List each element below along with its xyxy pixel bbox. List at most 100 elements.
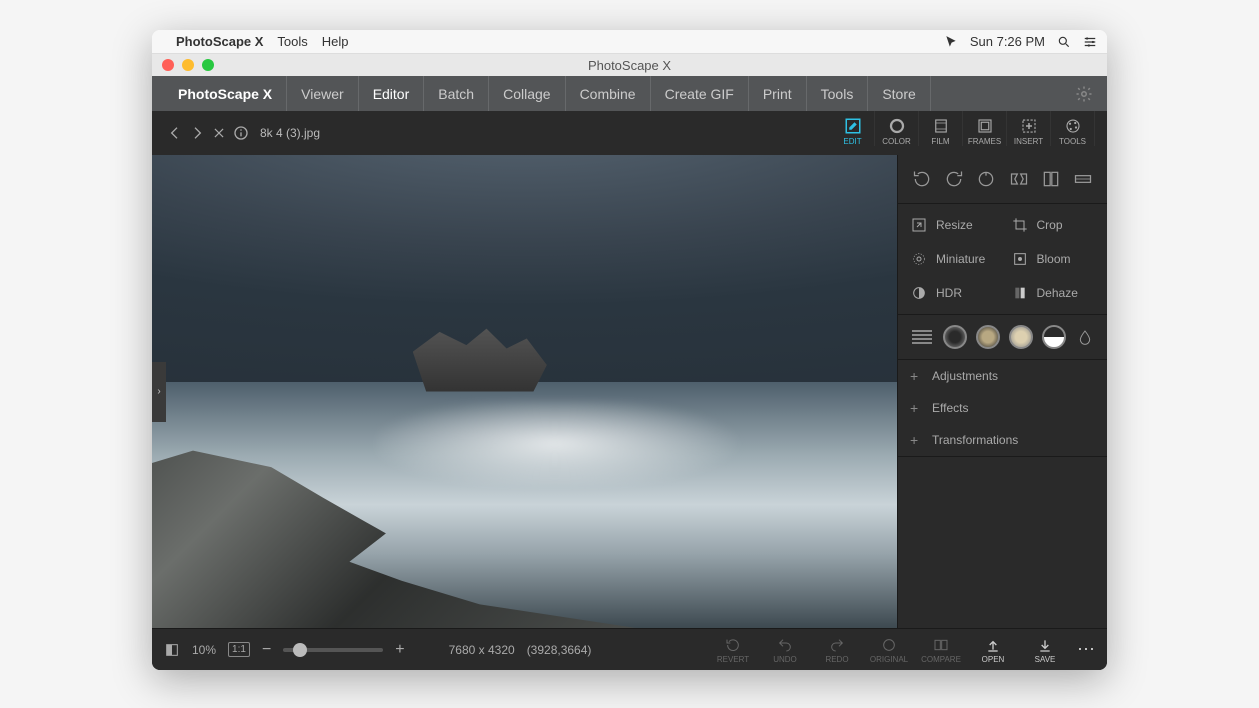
spotlight-icon[interactable] [1057, 35, 1071, 49]
zoom-slider-knob[interactable] [293, 643, 307, 657]
macos-menubar: PhotoScape X Tools Help Sun 7:26 PM [152, 30, 1107, 54]
brand-tab[interactable]: PhotoScape X [164, 76, 287, 111]
vignette-2[interactable] [976, 325, 1000, 349]
mode-insert-label: INSERT [1014, 137, 1043, 146]
redo-icon [829, 636, 845, 654]
close-button[interactable] [162, 59, 174, 71]
edit-icon [843, 117, 863, 135]
revert-button[interactable]: REVERT [713, 636, 753, 664]
zoom-button[interactable] [202, 59, 214, 71]
image-canvas[interactable]: › [152, 155, 897, 628]
miniature-label: Miniature [936, 252, 985, 266]
accordion-effects[interactable]: + Effects [898, 392, 1107, 424]
plus-icon: + [910, 432, 922, 448]
list-icon[interactable] [910, 325, 934, 349]
perspective-icon[interactable] [1069, 165, 1097, 193]
close-file-button[interactable] [208, 122, 230, 144]
accordion-transformations[interactable]: + Transformations [898, 424, 1107, 456]
control-center-icon[interactable] [1083, 35, 1097, 49]
tab-store[interactable]: Store [868, 76, 930, 111]
tab-create-gif[interactable]: Create GIF [651, 76, 749, 111]
zoom-in-button[interactable]: + [395, 641, 404, 659]
editor-sidebar: Resize Crop Miniature Bloom [897, 155, 1107, 628]
dehaze-tool[interactable]: Dehaze [1007, 278, 1100, 308]
settings-gear-icon[interactable] [1075, 85, 1093, 103]
mode-tools[interactable]: TOOLS [1051, 111, 1095, 146]
vignette-4[interactable] [1042, 325, 1066, 349]
zoom-out-button[interactable]: − [262, 641, 271, 659]
miniature-icon [910, 250, 928, 268]
redo-button[interactable]: REDO [817, 636, 857, 664]
tab-editor[interactable]: Editor [359, 76, 425, 111]
mode-color-label: COLOR [882, 137, 910, 146]
file-toolbar: 8k 4 (3).jpg EDIT COLOR FILM FRAMES [152, 111, 1107, 155]
compare-icon [933, 636, 949, 654]
undo-button[interactable]: UNDO [765, 636, 805, 664]
mode-frames[interactable]: FRAMES [963, 111, 1007, 146]
current-filename: 8k 4 (3).jpg [260, 126, 320, 140]
original-icon [881, 636, 897, 654]
menubar-clock[interactable]: Sun 7:26 PM [970, 34, 1045, 49]
bloom-tool[interactable]: Bloom [1007, 244, 1100, 274]
zoom-slider[interactable] [283, 648, 383, 652]
frames-icon [975, 117, 995, 135]
more-menu-icon[interactable]: ⋯ [1077, 639, 1095, 660]
vignette-1[interactable] [943, 325, 967, 349]
save-button[interactable]: SAVE [1025, 636, 1065, 664]
mode-film-label: FILM [931, 137, 949, 146]
tab-tools[interactable]: Tools [807, 76, 869, 111]
back-button[interactable] [164, 122, 186, 144]
hdr-tool[interactable]: HDR [906, 278, 999, 308]
accordion-effects-label: Effects [932, 401, 968, 415]
hdr-icon [910, 284, 928, 302]
accordion-adjustments[interactable]: + Adjustments [898, 360, 1107, 392]
app-body: 8k 4 (3).jpg EDIT COLOR FILM FRAMES [152, 111, 1107, 670]
compare-button[interactable]: COMPARE [921, 636, 961, 664]
mode-edit-label: EDIT [843, 137, 861, 146]
info-button[interactable] [230, 122, 252, 144]
zoom-percent: 10% [192, 643, 216, 657]
accordion-adjustments-label: Adjustments [932, 369, 998, 383]
color-drop-icon[interactable] [1075, 325, 1095, 349]
original-button[interactable]: ORIGINAL [869, 636, 909, 664]
tab-collage[interactable]: Collage [489, 76, 565, 111]
flip-horizontal-icon[interactable] [1005, 165, 1033, 193]
mode-tools-label: TOOLS [1059, 137, 1086, 146]
rotate-cw-icon[interactable] [940, 165, 968, 193]
tab-combine[interactable]: Combine [566, 76, 651, 111]
miniature-tool[interactable]: Miniature [906, 244, 999, 274]
window-titlebar: PhotoScape X [152, 54, 1107, 76]
window-title: PhotoScape X [588, 58, 671, 73]
expand-panel-handle[interactable]: › [152, 362, 166, 422]
mode-insert[interactable]: INSERT [1007, 111, 1051, 146]
resize-tool[interactable]: Resize [906, 210, 999, 240]
mode-color[interactable]: COLOR [875, 111, 919, 146]
open-button[interactable]: OPEN [973, 636, 1013, 664]
accordion: + Adjustments + Effects + Transformation… [898, 360, 1107, 457]
mode-film[interactable]: FILM [919, 111, 963, 146]
traffic-lights [162, 59, 214, 71]
content-area: › Resize [152, 155, 1107, 628]
fit-screen-icon[interactable] [164, 642, 180, 658]
minimize-button[interactable] [182, 59, 194, 71]
save-icon [1037, 636, 1053, 654]
app-menu[interactable]: PhotoScape X [176, 34, 263, 49]
bloom-label: Bloom [1037, 252, 1071, 266]
color-icon [887, 117, 907, 135]
straighten-icon[interactable] [972, 165, 1000, 193]
main-tabs: PhotoScape X Viewer Editor Batch Collage… [152, 76, 1107, 111]
rotate-ccw-icon[interactable] [908, 165, 936, 193]
plus-icon: + [910, 400, 922, 416]
vignette-3[interactable] [1009, 325, 1033, 349]
resize-label: Resize [936, 218, 973, 232]
tab-batch[interactable]: Batch [424, 76, 489, 111]
tab-print[interactable]: Print [749, 76, 807, 111]
crop-tool[interactable]: Crop [1007, 210, 1100, 240]
mode-edit[interactable]: EDIT [831, 111, 875, 146]
one-to-one-button[interactable]: 1:1 [228, 642, 250, 657]
forward-button[interactable] [186, 122, 208, 144]
menubar-tools[interactable]: Tools [277, 34, 307, 49]
tab-viewer[interactable]: Viewer [287, 76, 359, 111]
menubar-help[interactable]: Help [322, 34, 349, 49]
flip-vertical-icon[interactable] [1037, 165, 1065, 193]
